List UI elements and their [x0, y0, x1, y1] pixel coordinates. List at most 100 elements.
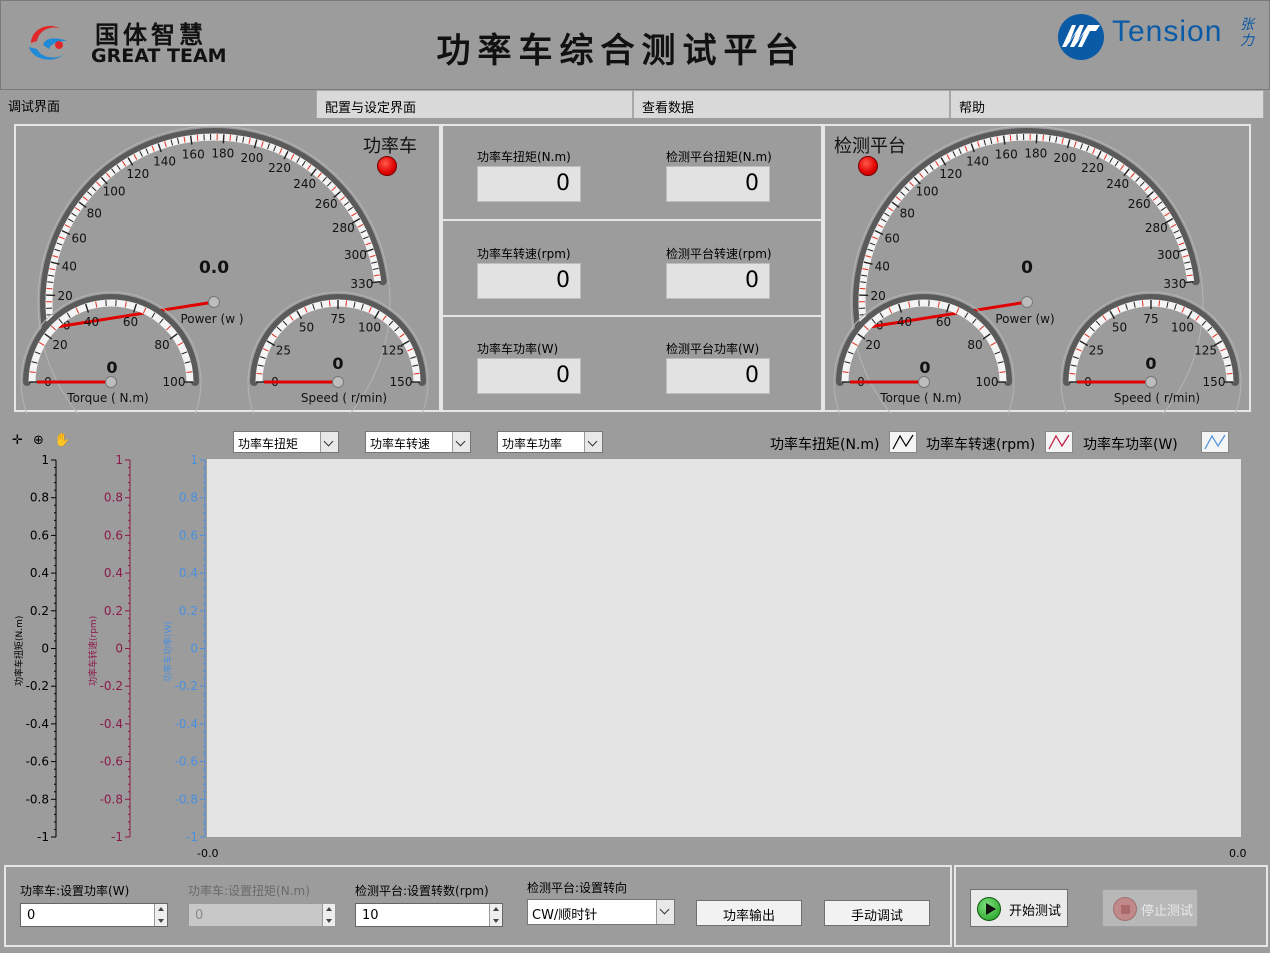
plat-power-value: 0 — [666, 358, 770, 394]
plot-select-3[interactable]: 功率车功率 — [497, 431, 603, 453]
set-direction-select[interactable]: CW/顺时针 — [527, 899, 675, 925]
car-speed-tick-label: 25 — [276, 344, 291, 358]
set-torque-value: 0 — [195, 908, 204, 923]
car-power-label: 功率车功率(W) — [477, 342, 559, 356]
y-axis-tick-label: -0.2 — [100, 679, 123, 693]
platform-power-unit: Power (w) — [995, 312, 1054, 326]
car-power-tick-label: 240 — [293, 177, 316, 191]
platform-speed-unit: Speed ( r/min) — [1114, 391, 1200, 405]
car-torque-needle-hub — [105, 376, 117, 388]
car-speed-tick-label: 100 — [358, 320, 381, 334]
test-platform-gauges: 0204060801001201401601802002202402602803… — [833, 126, 1242, 414]
y-axis-tick-label: 0.4 — [179, 566, 198, 580]
plot-select-2[interactable]: 功率车转速 — [365, 431, 471, 453]
platform-power-tick-label: 100 — [916, 184, 939, 198]
y-axis-title-speed: 功率车转速(rpm) — [89, 615, 99, 686]
y-axis-tick-label: 1 — [41, 453, 49, 467]
y-axis-tick-label: 0.8 — [30, 491, 49, 505]
y-axis-tick-label: 0.2 — [30, 604, 49, 618]
tab-config[interactable]: 配置与设定界面 — [316, 90, 633, 118]
car-torque-value: 0 — [106, 358, 117, 377]
tab-view-data[interactable]: 查看数据 — [633, 90, 950, 118]
y-axis-0: 1 0.8 0.6 0.4 0.2 0 -0.2 -0.4 -0.6 -0.8 -1 — [26, 453, 57, 844]
y-axis-tick-label: 0.6 — [30, 528, 49, 542]
platform-speed-gauge: 02550751001251500Speed ( r/min) — [1060, 291, 1242, 414]
set-direction-value: CW/顺时针 — [532, 908, 598, 923]
platform-speed-tick-label: 50 — [1112, 320, 1127, 334]
platform-power-tick-label: 300 — [1157, 248, 1180, 262]
tab-help[interactable]: 帮助 — [950, 90, 1264, 118]
chevron-down-icon[interactable] — [320, 432, 338, 452]
spinner-icon[interactable] — [154, 904, 167, 926]
app-title: 功率车综合测试平台 — [436, 31, 806, 71]
set-power-input[interactable]: 0 — [20, 903, 168, 927]
platform-speed-tick-label: 100 — [1171, 320, 1194, 334]
set-speed-input[interactable]: 10 — [355, 903, 503, 927]
plot-select-1[interactable]: 功率车扭矩 — [233, 431, 339, 453]
car-speed-tick — [413, 372, 420, 375]
test-control-panel: 开始测试 停止测试 — [954, 865, 1268, 947]
platform-power-tick — [1042, 134, 1045, 141]
y-axis-tick-label: 0.4 — [104, 566, 123, 580]
car-speed-needle-hub — [332, 376, 344, 388]
platform-speed-tick-label: 75 — [1143, 312, 1158, 326]
car-speed-tick — [345, 300, 348, 307]
spinner-icon[interactable] — [489, 904, 502, 926]
pan-hand-icon[interactable]: ✋ — [54, 433, 70, 448]
start-test-label: 开始测试 — [1009, 904, 1062, 919]
car-torque-tick-label: 80 — [154, 338, 169, 352]
legend-swatch-speed[interactable] — [1045, 431, 1073, 453]
car-speed-value: 0 — [477, 263, 581, 299]
tab-debug[interactable]: 调试界面 — [0, 90, 316, 118]
tab-bar: 调试界面 配置与设定界面 查看数据 帮助 — [0, 90, 1270, 118]
chart-plot-area[interactable] — [207, 459, 1241, 837]
control-panel: 功率车:设置功率(W) 0 功率车:设置扭矩(N.m) 0 检测平台:设置转数(… — [4, 865, 952, 947]
car-power-tick-label: 160 — [182, 147, 205, 161]
platform-power-tick-label: 60 — [884, 232, 899, 246]
legend-label-torque: 功率车扭矩(N.m) — [770, 437, 880, 453]
y-axis-tick-label: 0.2 — [104, 604, 123, 618]
car-power-tick — [222, 134, 225, 144]
y-axis-tick-label: 0 — [41, 642, 49, 656]
car-speed-label: 功率车转速(rpm) — [477, 247, 571, 261]
car-torque-tick-label: 40 — [84, 315, 99, 329]
divider — [443, 315, 821, 317]
manual-debug-button[interactable]: 手动调试 — [824, 900, 930, 926]
plat-torque-value: 0 — [666, 166, 770, 202]
play-icon — [977, 897, 1001, 921]
platform-speed-tick — [1158, 300, 1161, 307]
power-output-button[interactable]: 功率输出 — [696, 900, 802, 926]
start-test-button[interactable]: 开始测试 — [970, 889, 1068, 927]
zoom-icon[interactable]: ⊕ — [33, 433, 44, 448]
y-axis-tick-label: 1 — [115, 453, 123, 467]
plot-select-2-value: 功率车转速 — [370, 437, 431, 451]
car-speed-tick — [256, 372, 263, 375]
plat-speed-label: 检测平台转速(rpm) — [666, 247, 772, 261]
platform-power-tick-label: 120 — [939, 167, 962, 181]
chevron-down-icon[interactable] — [584, 432, 602, 452]
y-axis-tick-label: -0.6 — [26, 755, 49, 769]
y-axis-tick-label: 0 — [190, 642, 198, 656]
set-torque-label: 功率车:设置扭矩(N.m) — [188, 884, 310, 898]
chevron-down-icon[interactable] — [656, 900, 674, 924]
platform-power-tick-label: 330 — [1163, 277, 1186, 291]
chevron-down-icon[interactable] — [452, 432, 470, 452]
y-axis-1: 1 0.8 0.6 0.4 0.2 0 -0.2 -0.4 -0.6 -0.8 -1 — [100, 453, 131, 844]
car-speed-unit: Speed ( r/min) — [301, 391, 387, 405]
car-power-tick-label: 220 — [268, 161, 291, 175]
car-power-tick-label: 280 — [332, 221, 355, 235]
legend-swatch-torque[interactable] — [889, 431, 917, 453]
platform-speed-value: 0 — [1145, 354, 1156, 373]
car-power-tick-label: 180 — [211, 146, 234, 160]
platform-torque-value: 0 — [919, 358, 930, 377]
y-axis-tick-label: -0.2 — [175, 679, 198, 693]
y-axis-tick-label: -0.6 — [100, 755, 123, 769]
y-axis-title-power: 功率车功率(W) — [164, 621, 174, 682]
car-power-tick-label: 40 — [62, 260, 77, 274]
tension-brand-chinese: 张力 — [1240, 17, 1254, 49]
legend-swatch-power[interactable] — [1201, 431, 1229, 453]
stop-test-label: 停止测试 — [1141, 904, 1194, 919]
car-power-tick-label: 330 — [350, 277, 373, 291]
car-speed-tick — [328, 300, 331, 307]
crosshair-icon[interactable]: ✛ — [12, 433, 23, 448]
